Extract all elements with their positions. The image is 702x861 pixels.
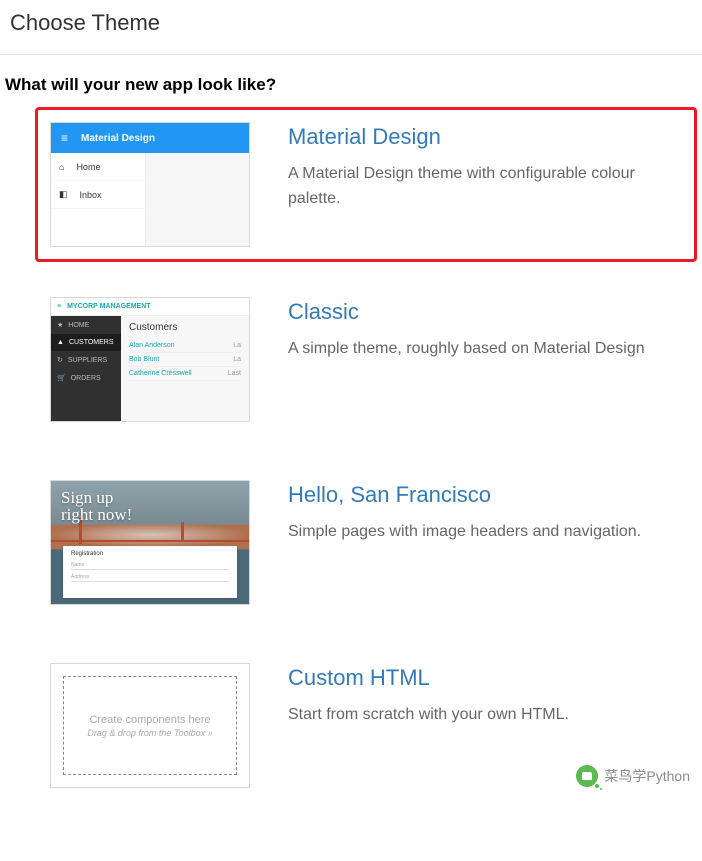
home-icon: ⌂ xyxy=(59,162,64,172)
hamburger-icon: ≡ xyxy=(61,131,67,145)
theme-thumbnail: Sign up right now! Registration Name Add… xyxy=(50,480,250,605)
theme-description: A Material Design theme with configurabl… xyxy=(288,162,682,212)
theme-thumbnail: ≡ MYCORP MANAGEMENT ★ HOME ▲ CUSTOMERS ↻ SU… xyxy=(50,297,250,422)
theme-option-material-design[interactable]: ≡ Material Design ⌂ Home ◧ Inbox xyxy=(35,107,697,262)
thumb-header-label: Material Design xyxy=(81,133,155,144)
cart-icon: 🛒 xyxy=(57,374,66,382)
thumb-row-meta: La xyxy=(233,342,241,349)
thumb-row-name: Catherine Cresswell xyxy=(129,370,192,377)
theme-title: Material Design xyxy=(288,124,682,150)
theme-option-hello-san-francisco[interactable]: Sign up right now! Registration Name Add… xyxy=(35,465,697,620)
thumb-hero-line: Sign up xyxy=(61,489,132,506)
refresh-icon: ↻ xyxy=(57,356,63,364)
thumb-row-name: Alan Anderson xyxy=(129,342,175,349)
theme-list: ≡ Material Design ⌂ Home ◧ Inbox xyxy=(5,107,697,803)
thumb-nav-label: Home xyxy=(76,162,100,172)
star-icon: ★ xyxy=(57,321,63,329)
thumb-side-label: CUSTOMERS xyxy=(69,339,114,346)
theme-title: Custom HTML xyxy=(288,665,682,691)
thumb-side-label: SUPPLIERS xyxy=(68,357,107,364)
thumb-placeholder-line: Drag & drop from the Toolbox » xyxy=(87,728,212,738)
theme-title: Hello, San Francisco xyxy=(288,482,682,508)
thumb-form-title: Registration xyxy=(71,551,229,557)
thumb-side-label: ORDERS xyxy=(71,375,101,382)
theme-description: Simple pages with image headers and navi… xyxy=(288,520,682,545)
thumb-nav-label: Inbox xyxy=(80,190,102,200)
theme-title: Classic xyxy=(288,299,682,325)
hamburger-icon: ≡ xyxy=(57,303,61,310)
thumb-placeholder-line: Create components here xyxy=(89,714,210,726)
inbox-icon: ◧ xyxy=(59,189,68,200)
theme-thumbnail: ≡ Material Design ⌂ Home ◧ Inbox xyxy=(50,122,250,247)
theme-description: A simple theme, roughly based on Materia… xyxy=(288,337,682,362)
dialog-content: What will your new app look like? ≡ Mate… xyxy=(0,55,702,861)
dialog-title: Choose Theme xyxy=(10,10,692,36)
theme-thumbnail: Create components here Drag & drop from … xyxy=(50,663,250,788)
theme-description: Start from scratch with your own HTML. xyxy=(288,703,682,728)
thumb-form-field: Name xyxy=(71,560,229,570)
thumb-hero-line: right now! xyxy=(61,506,132,523)
theme-option-classic[interactable]: ≡ MYCORP MANAGEMENT ★ HOME ▲ CUSTOMERS ↻ SU… xyxy=(35,282,697,437)
wechat-icon xyxy=(576,765,598,787)
thumb-row-meta: Last xyxy=(228,370,241,377)
thumb-panel-title: Customers xyxy=(129,322,241,333)
watermark-text: 菜鸟学Python xyxy=(604,766,690,786)
thumb-side-label: HOME xyxy=(68,322,89,329)
thumb-brand-label: MYCORP MANAGEMENT xyxy=(67,303,150,310)
user-icon: ▲ xyxy=(57,339,64,346)
thumb-row-meta: La xyxy=(233,356,241,363)
thumb-form-field: Address xyxy=(71,572,229,582)
dialog-header: Choose Theme xyxy=(0,0,702,55)
prompt-subtitle: What will your new app look like? xyxy=(5,75,697,95)
watermark: 菜鸟学Python xyxy=(576,765,690,787)
thumb-row-name: Bob Blunt xyxy=(129,356,159,363)
